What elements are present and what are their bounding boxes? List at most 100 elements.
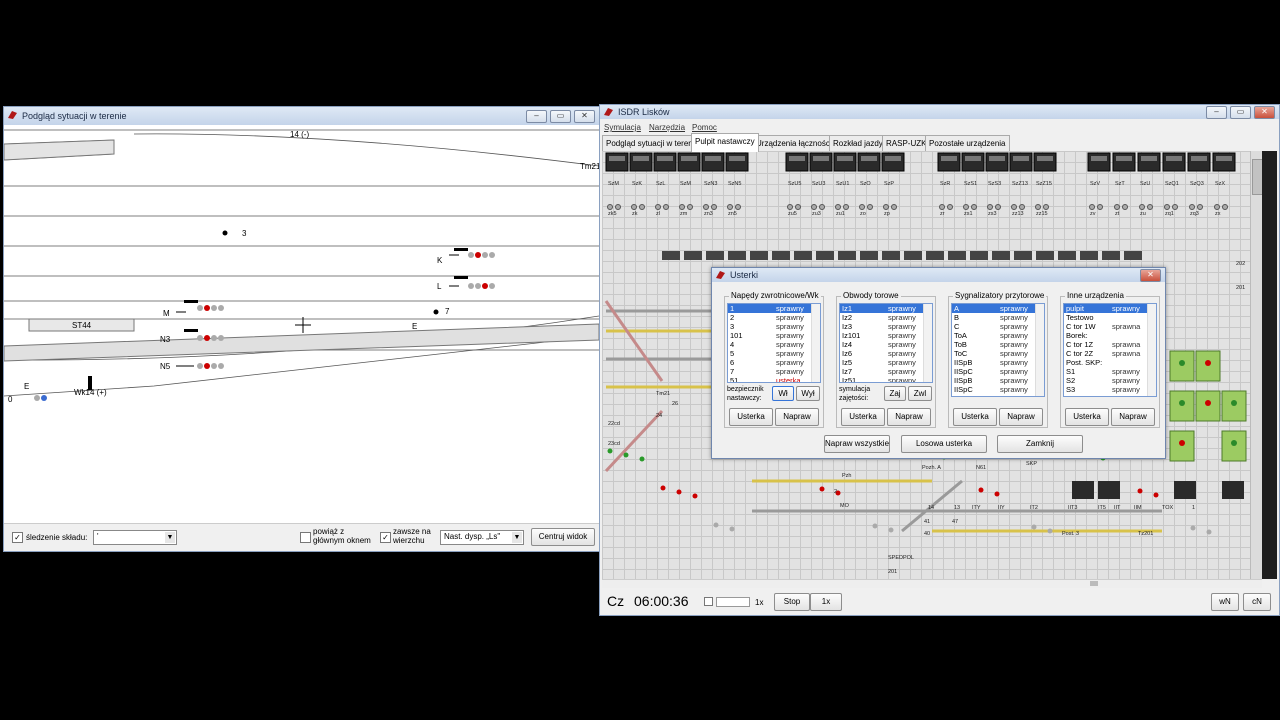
close-button[interactable]: ✕: [574, 110, 595, 123]
close-button[interactable]: ✕: [1254, 106, 1275, 119]
panel-hscrollbar[interactable]: [602, 579, 1262, 588]
tab-rasp[interactable]: RASP-UZK: [882, 135, 931, 152]
toggle-off-button[interactable]: Zwl: [908, 386, 932, 401]
list-item[interactable]: pulpit sprawny: [1064, 304, 1156, 313]
list-item[interactable]: Iz4 sprawny: [840, 340, 932, 349]
fault-listbox[interactable]: 1 sprawny 2 sprawny 3 sprawny 101 sprawny 4 spraw…: [727, 303, 821, 383]
list-item[interactable]: Iz1 sprawny: [840, 304, 932, 313]
scrollbar-thumb[interactable]: [1090, 581, 1098, 586]
repair-button[interactable]: Napraw: [1111, 408, 1155, 426]
close-button[interactable]: ✕: [1140, 269, 1161, 282]
list-item[interactable]: Borek:: [1064, 331, 1156, 340]
track-canvas[interactable]: [4, 126, 599, 526]
pause-checkbox[interactable]: [704, 597, 713, 606]
list-item[interactable]: Iz7 sprawny: [840, 367, 932, 376]
follow-checkbox[interactable]: ✓: [12, 532, 23, 543]
list-item[interactable]: 101 sprawny: [728, 331, 820, 340]
fault-button[interactable]: Usterka: [953, 408, 997, 426]
list-item[interactable]: 2 sprawny: [728, 313, 820, 322]
toggle-on-button[interactable]: Zaj: [884, 386, 906, 401]
tab-comms[interactable]: Urządzenia łączności: [752, 135, 836, 152]
tab-other-devices[interactable]: Pozostałe urządzenia: [925, 135, 1010, 152]
repair-all-button[interactable]: Napraw wszystkie: [824, 435, 890, 453]
list-item[interactable]: ToB sprawny: [952, 340, 1044, 349]
stop-button[interactable]: Stop: [774, 593, 810, 611]
list-item[interactable]: C tor 2Z sprawna: [1064, 349, 1156, 358]
repair-button[interactable]: Napraw: [887, 408, 931, 426]
dispatcher-select[interactable]: Nast. dysp. „Ls" ▼: [440, 530, 524, 545]
list-item[interactable]: IISpC sprawny: [952, 385, 1044, 394]
list-item[interactable]: Csprawny: [952, 322, 1044, 331]
ontop-checkbox[interactable]: ✓: [380, 532, 391, 543]
listbox-scrollbar[interactable]: [811, 304, 820, 382]
terrain-view-titlebar[interactable]: Podgląd sytuacji w terenie – ▭ ✕: [4, 107, 599, 125]
list-item[interactable]: IISpB sprawny: [952, 376, 1044, 385]
fault-button[interactable]: Usterka: [841, 408, 885, 426]
list-item[interactable]: Iz101 sprawny: [840, 331, 932, 340]
list-item[interactable]: 4 sprawny: [728, 340, 820, 349]
menu-narzedzia[interactable]: Narzędzia: [649, 123, 685, 132]
center-view-button[interactable]: Centruj widok: [531, 528, 595, 546]
fault-button[interactable]: Usterka: [729, 408, 773, 426]
list-item[interactable]: Iz5 sprawny: [840, 358, 932, 367]
tab-panel[interactable]: Pulpit nastawczy: [691, 133, 759, 152]
wn-button[interactable]: wN: [1211, 593, 1239, 611]
list-item[interactable]: Asprawny: [952, 304, 1044, 313]
cn-button[interactable]: cN: [1243, 593, 1271, 611]
speed-slider[interactable]: [716, 597, 750, 607]
listbox-scrollbar[interactable]: [1035, 304, 1044, 396]
list-item[interactable]: Iz6 sprawny: [840, 349, 932, 358]
toggle-off-button[interactable]: Wył: [796, 386, 820, 401]
list-item[interactable]: ToC sprawny: [952, 349, 1044, 358]
minimize-button[interactable]: –: [1206, 106, 1227, 119]
list-item[interactable]: C tor 1Z sprawna: [1064, 340, 1156, 349]
speed-button[interactable]: 1x: [810, 593, 842, 611]
random-fault-button[interactable]: Losowa usterka: [901, 435, 987, 453]
list-item[interactable]: S1 sprawny: [1064, 367, 1156, 376]
list-item[interactable]: Post. SKP:: [1064, 358, 1156, 367]
panel-misc-label: SKP: [1026, 461, 1038, 467]
connect-checkbox[interactable]: [300, 532, 311, 543]
list-item[interactable]: C tor 1W sprawna: [1064, 322, 1156, 331]
list-item[interactable]: 7 sprawny: [728, 367, 820, 376]
list-item[interactable]: Testowo: [1064, 313, 1156, 322]
list-item[interactable]: ToA sprawny: [952, 331, 1044, 340]
list-item[interactable]: 1 sprawny: [728, 304, 820, 313]
list-item[interactable]: 51 usterka: [728, 376, 820, 382]
fault-listbox[interactable]: Asprawny Bsprawny Csprawny ToA sprawny ToB spr…: [951, 303, 1045, 397]
list-item[interactable]: S4sprawny: [1064, 394, 1156, 396]
device-name: Iz51: [842, 376, 857, 383]
list-item[interactable]: IISpB sprawny: [952, 358, 1044, 367]
list-item[interactable]: Iz2 sprawny: [840, 313, 932, 322]
fault-listbox[interactable]: Iz1 sprawny Iz2 sprawny Iz3 sprawny Iz101 spraw…: [839, 303, 933, 383]
repair-button[interactable]: Napraw: [999, 408, 1043, 426]
listbox-scrollbar[interactable]: [923, 304, 932, 382]
toggle-on-button[interactable]: Wł: [772, 386, 794, 401]
lamp-label: zz15: [1036, 211, 1048, 217]
maximize-button[interactable]: ▭: [1230, 106, 1251, 119]
list-item[interactable]: 6 sprawny: [728, 358, 820, 367]
minimize-button[interactable]: –: [526, 110, 547, 123]
listbox-scrollbar[interactable]: [1147, 304, 1156, 396]
follow-select[interactable]: ' ▼: [93, 530, 177, 545]
menu-pomoc[interactable]: Pomoc: [692, 123, 717, 132]
tab-terrain[interactable]: Podgląd sytuacji w terenie: [602, 135, 703, 152]
close-dialog-button[interactable]: Zamknij: [997, 435, 1083, 453]
fault-listbox[interactable]: pulpit sprawny Testowo C tor 1W sprawna Borek…: [1063, 303, 1157, 397]
menu-symulacja[interactable]: Symulacja: [604, 123, 641, 132]
tab-timetable[interactable]: Rozkład jazdy: [829, 135, 887, 152]
isdr-titlebar[interactable]: ISDR Lisków – ▭ ✕: [600, 105, 1279, 119]
list-item[interactable]: S2 sprawny: [1064, 376, 1156, 385]
list-item[interactable]: IISpC sprawny: [952, 367, 1044, 376]
faults-titlebar[interactable]: Usterki ✕: [712, 268, 1165, 282]
list-item[interactable]: Iz3 sprawny: [840, 322, 932, 331]
list-item[interactable]: 3 sprawny: [728, 322, 820, 331]
maximize-button[interactable]: ▭: [550, 110, 571, 123]
repair-button[interactable]: Napraw: [775, 408, 819, 426]
block-label: SzM: [608, 181, 619, 187]
list-item[interactable]: Iz51 sprawny: [840, 376, 932, 383]
fault-button[interactable]: Usterka: [1065, 408, 1109, 426]
list-item[interactable]: 5 sprawny: [728, 349, 820, 358]
list-item[interactable]: Bsprawny: [952, 313, 1044, 322]
list-item[interactable]: S3 sprawny: [1064, 385, 1156, 394]
